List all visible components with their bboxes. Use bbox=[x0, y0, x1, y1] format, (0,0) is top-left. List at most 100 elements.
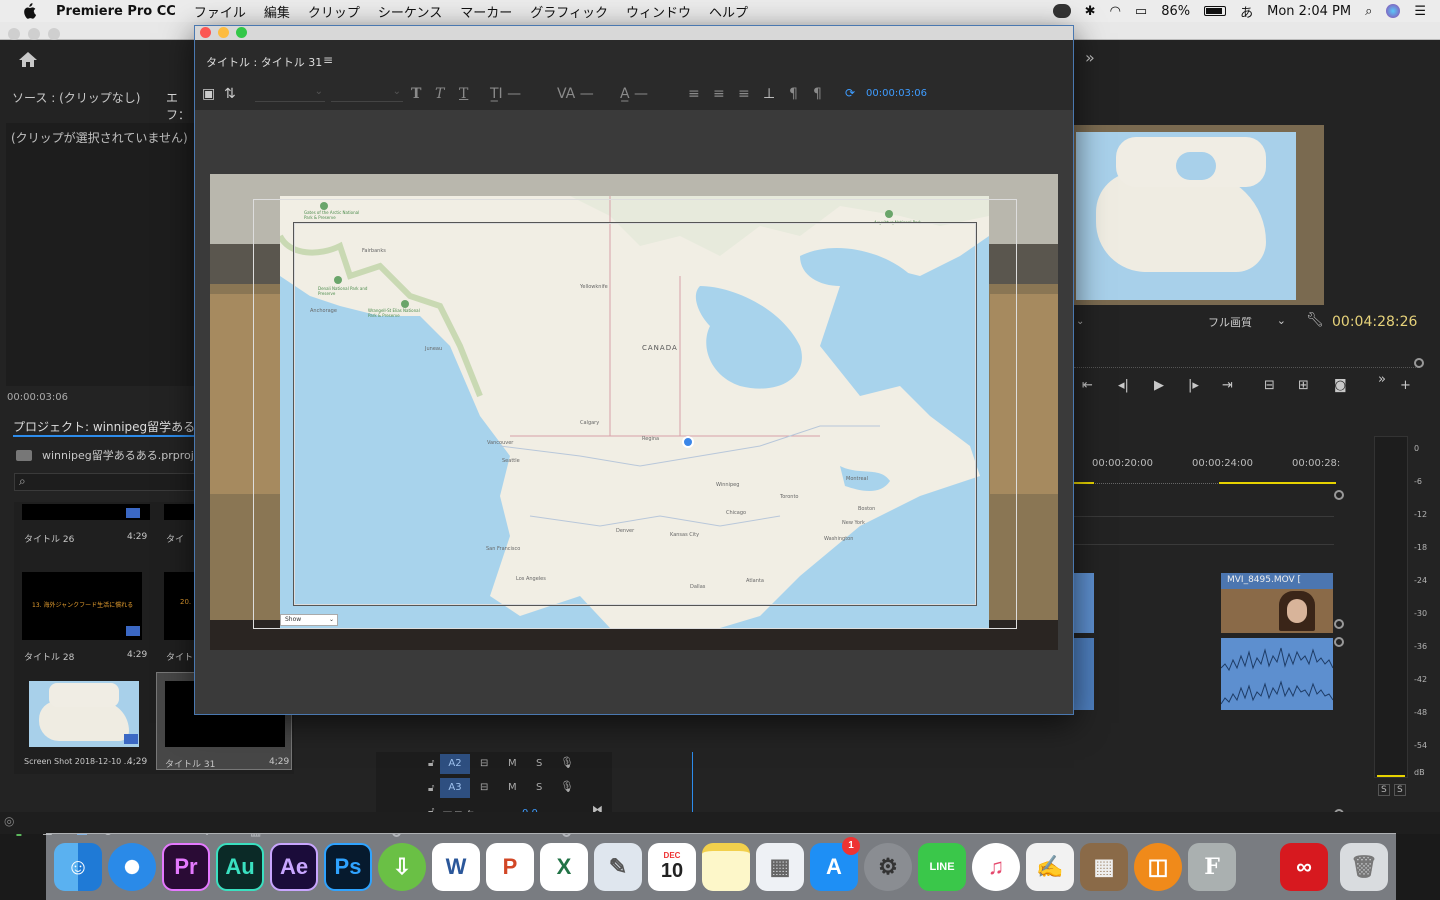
mute-button[interactable]: M bbox=[508, 758, 517, 769]
voiceover-mic-icon[interactable]: 🎙︎ bbox=[560, 780, 574, 793]
font-icon[interactable]: F bbox=[1188, 843, 1236, 891]
wrench-icon[interactable]: 🔧︎ bbox=[1306, 312, 1324, 328]
go-to-in-icon[interactable]: ⇤ bbox=[1082, 378, 1093, 393]
siri-icon[interactable] bbox=[1386, 4, 1401, 18]
kerning-icon[interactable]: VA — bbox=[557, 86, 594, 102]
menu-clip[interactable]: クリップ bbox=[308, 2, 360, 21]
clock[interactable]: Mon 2:04 PM bbox=[1267, 4, 1351, 19]
solo-button[interactable]: S bbox=[536, 782, 542, 793]
premiere-icon[interactable]: Pr bbox=[162, 843, 210, 891]
system-prefs-icon[interactable]: ⚙ bbox=[864, 843, 912, 891]
button-editor-icon[interactable]: + bbox=[1400, 378, 1411, 393]
track-sync-icon[interactable]: ⊟ bbox=[480, 758, 488, 769]
more-workspaces-icon[interactable]: » bbox=[1085, 48, 1095, 67]
excel-icon[interactable]: X bbox=[540, 843, 588, 891]
new-title-icon[interactable]: ▣ bbox=[202, 86, 215, 102]
after-effects-icon[interactable]: Ae bbox=[270, 843, 318, 891]
solo-button[interactable]: S bbox=[536, 758, 542, 769]
playhead-end-icon[interactable] bbox=[1414, 358, 1424, 368]
itunes-icon[interactable]: ♫ bbox=[972, 843, 1020, 891]
track-target-a2[interactable]: A2 bbox=[440, 754, 470, 774]
font-family-dropdown[interactable]: ⌄ bbox=[255, 86, 325, 102]
list-item[interactable]: タイトル 26 4:29 bbox=[22, 504, 158, 560]
calendar-icon[interactable]: DEC 10 bbox=[648, 843, 696, 891]
show-background-video-icon[interactable]: ⟳ bbox=[845, 86, 855, 100]
menu-marker[interactable]: マーカー bbox=[460, 2, 512, 21]
wifi-icon[interactable]: ◠ bbox=[1110, 4, 1121, 19]
bluetooth-icon[interactable]: ✱ bbox=[1085, 4, 1096, 19]
quality-dropdown[interactable]: フル画質 ⌄ bbox=[1208, 314, 1292, 330]
track-sync-icon[interactable]: ⊟ bbox=[480, 782, 488, 793]
tab-stops-icon[interactable]: ⊥ bbox=[763, 86, 775, 102]
video-clip-partial[interactable] bbox=[1074, 573, 1094, 633]
close-button[interactable] bbox=[8, 28, 20, 40]
spotlight-icon[interactable]: ⌕ bbox=[1365, 4, 1372, 19]
finder-icon[interactable]: ☺ bbox=[54, 843, 102, 891]
step-back-icon[interactable]: ◂| bbox=[1118, 378, 1129, 393]
photos-icon[interactable]: ▦ bbox=[756, 843, 804, 891]
go-to-out-icon[interactable]: ⇥ bbox=[1222, 378, 1233, 393]
font-size-icon[interactable]: T̲I — bbox=[490, 86, 521, 102]
dialog-minimize-button[interactable] bbox=[218, 27, 229, 38]
audio-clip-partial[interactable] bbox=[1074, 638, 1094, 710]
list-item[interactable]: 13. 海外ジャンクフード生活に慣れる タイトル 28 4:29 bbox=[22, 572, 158, 664]
background-timecode[interactable]: 00:00:03:06 bbox=[866, 88, 927, 99]
home-icon[interactable] bbox=[18, 50, 38, 68]
zoom-button[interactable] bbox=[48, 28, 60, 40]
textedit-icon[interactable]: ✍ bbox=[1026, 843, 1074, 891]
italic-icon[interactable]: T bbox=[435, 86, 444, 102]
calculator-icon[interactable]: ▦ bbox=[1080, 843, 1128, 891]
play-icon[interactable]: ▶ bbox=[1154, 378, 1164, 393]
list-item[interactable]: Screen Shot 2018-12-10 ... 4;29 bbox=[22, 678, 158, 768]
tab-source[interactable]: ソース : (クリップなし) bbox=[12, 89, 140, 106]
photoshop-icon[interactable]: Ps bbox=[324, 843, 372, 891]
battery-percent[interactable]: 86% bbox=[1161, 4, 1190, 19]
preview-icon[interactable]: ✎ bbox=[594, 843, 642, 891]
align-right-icon[interactable]: ≡ bbox=[738, 86, 750, 102]
track-target-a3[interactable]: A3 bbox=[440, 778, 470, 798]
dialog-zoom-button[interactable] bbox=[236, 27, 247, 38]
creative-cloud-status-icon[interactable] bbox=[1052, 4, 1071, 18]
word-icon[interactable]: W bbox=[432, 843, 480, 891]
track-lock-icon[interactable]: 🔓︎ bbox=[428, 783, 434, 794]
input-method[interactable]: あ bbox=[1240, 2, 1253, 21]
minimize-button[interactable] bbox=[28, 28, 40, 40]
underline-icon[interactable]: T bbox=[459, 86, 468, 102]
menu-file[interactable]: ファイル bbox=[194, 2, 246, 21]
paragraph-ltr-icon[interactable]: ¶ bbox=[789, 86, 798, 102]
tab-effect-controls[interactable]: エフ： bbox=[166, 89, 194, 125]
creative-cloud-icon[interactable]: ∞ bbox=[1280, 843, 1328, 891]
audition-icon[interactable]: Au bbox=[216, 843, 264, 891]
mute-button[interactable]: M bbox=[508, 782, 517, 793]
dialog-close-button[interactable] bbox=[200, 27, 211, 38]
more-buttons-icon[interactable]: » bbox=[1378, 372, 1386, 387]
lift-icon[interactable]: ⊟ bbox=[1264, 378, 1275, 393]
ibooks-icon[interactable]: ◫ bbox=[1134, 843, 1182, 891]
bold-icon[interactable]: T bbox=[411, 86, 421, 102]
export-frame-icon[interactable]: ◙ bbox=[1334, 378, 1347, 393]
leading-icon[interactable]: A̲ — bbox=[620, 86, 648, 102]
paragraph-rtl-icon[interactable]: ¶ bbox=[813, 86, 822, 102]
app-menu[interactable]: Premiere Pro CC bbox=[56, 4, 176, 19]
powerpoint-icon[interactable]: P bbox=[486, 843, 534, 891]
timeline-ruler[interactable] bbox=[1074, 478, 1336, 484]
track-lock-icon[interactable]: 🔓︎ bbox=[428, 758, 434, 769]
panel-menu-icon[interactable]: ≡ bbox=[323, 53, 333, 67]
app-store-icon[interactable]: A1 bbox=[810, 837, 860, 891]
menu-edit[interactable]: 編集 bbox=[264, 2, 290, 21]
solo-left-button[interactable]: S bbox=[1378, 784, 1390, 796]
menu-window[interactable]: ウィンドウ bbox=[626, 2, 691, 21]
trash-icon[interactable]: 🗑︎ bbox=[1340, 843, 1388, 891]
scroll-end-icon[interactable] bbox=[1334, 490, 1344, 500]
notification-center-icon[interactable]: ☰ bbox=[1414, 4, 1426, 19]
menu-help[interactable]: ヘルプ bbox=[709, 2, 748, 21]
align-left-icon[interactable]: ≡ bbox=[688, 86, 700, 102]
font-style-dropdown[interactable]: ⌄ bbox=[331, 86, 403, 102]
airplay-icon[interactable]: ▭ bbox=[1135, 4, 1147, 19]
project-title[interactable]: プロジェクト: winnipeg留学あるある bbox=[13, 418, 220, 437]
notes-icon[interactable] bbox=[702, 843, 750, 891]
line-icon[interactable]: LINE bbox=[918, 843, 966, 891]
voiceover-mic-icon[interactable]: 🎙︎ bbox=[560, 756, 574, 769]
menu-sequence[interactable]: シーケンス bbox=[378, 2, 442, 21]
solo-right-button[interactable]: S bbox=[1394, 784, 1406, 796]
